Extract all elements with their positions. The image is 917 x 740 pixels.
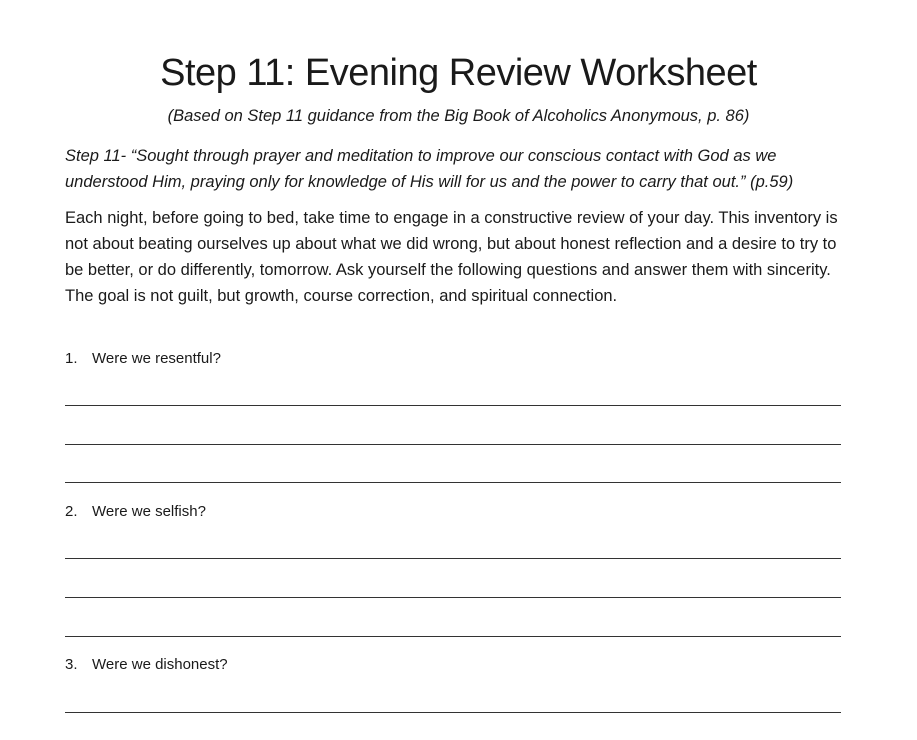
page-subtitle: (Based on Step 11 guidance from the Big … xyxy=(167,107,750,125)
question-number: 3. xyxy=(65,656,78,673)
question-2: 2. Were we selfish? xyxy=(65,501,845,523)
answer-line[interactable] xyxy=(65,712,841,713)
question-text: Were we selfish? xyxy=(92,503,206,520)
question-text: Were we resentful? xyxy=(92,350,221,367)
answer-line[interactable] xyxy=(65,597,841,598)
answer-line[interactable] xyxy=(65,558,841,559)
worksheet-page: Step 11: Evening Review Worksheet (Based… xyxy=(0,0,917,740)
answer-line[interactable] xyxy=(65,405,841,406)
intro-paragraph: Each night, before going to bed, take ti… xyxy=(65,209,838,305)
answer-line[interactable] xyxy=(65,636,841,637)
step-quote: Step 11- “Sought through prayer and medi… xyxy=(65,147,794,191)
question-3: 3. Were we dishonest? xyxy=(65,654,845,676)
answer-line[interactable] xyxy=(65,444,841,445)
question-text: Were we dishonest? xyxy=(92,656,228,673)
page-title: Step 11: Evening Review Worksheet xyxy=(160,52,757,94)
answer-line[interactable] xyxy=(65,482,841,483)
question-number: 1. xyxy=(65,350,78,367)
question-number: 2. xyxy=(65,503,78,520)
question-1: 1. Were we resentful? xyxy=(65,348,845,370)
